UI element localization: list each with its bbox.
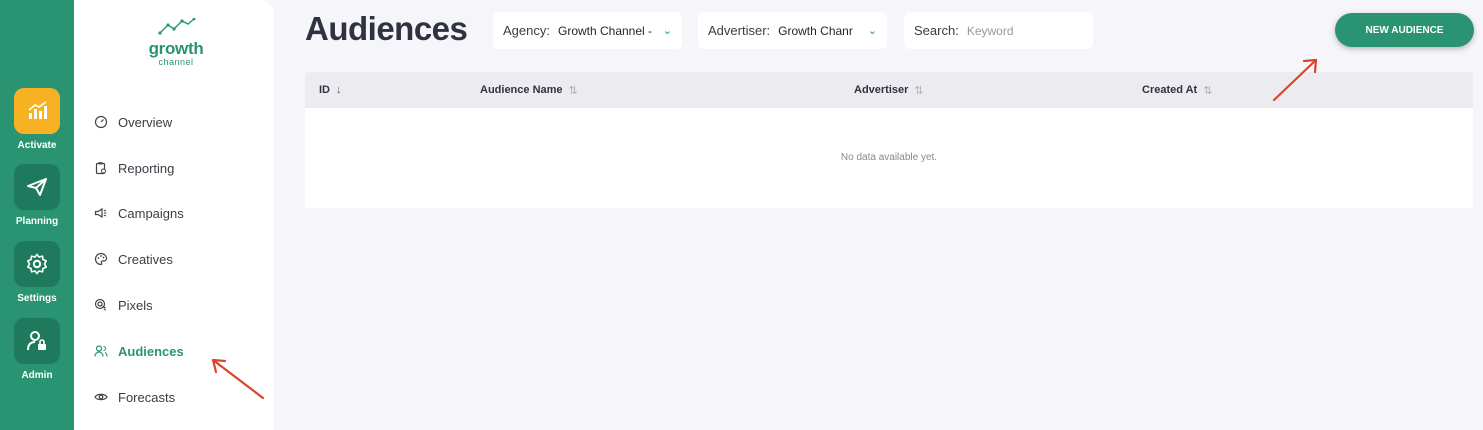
sidebar-item-pixels[interactable]: Pixels — [94, 294, 153, 316]
sidebar-item-label: Creatives — [118, 251, 173, 267]
table-header: ID ↓ Audience Name ⇅ Advertiser ⇅ Create… — [305, 72, 1473, 108]
sidebar-item-creatives[interactable]: Creatives — [94, 248, 173, 270]
rail-label: Admin — [21, 370, 53, 381]
sidebar-item-overview[interactable]: Overview — [94, 111, 172, 133]
user-lock-icon — [14, 318, 60, 364]
sidebar-item-reporting[interactable]: Reporting — [94, 157, 174, 179]
empty-state-text: No data available yet. — [840, 152, 938, 163]
search-input[interactable] — [966, 23, 1077, 38]
palette-icon — [94, 252, 108, 266]
rail-label: Settings — [17, 293, 57, 304]
paper-plane-icon — [14, 164, 60, 210]
page-title: Audiences — [305, 10, 468, 47]
rail-item-planning[interactable]: Planning — [0, 164, 74, 227]
advertiser-label: Advertiser: — [708, 23, 771, 38]
table-body: No data available yet. — [305, 108, 1473, 208]
chart-bars-icon — [14, 88, 60, 134]
rail-item-settings[interactable]: Settings — [0, 241, 74, 304]
column-label: Advertiser — [854, 84, 909, 96]
speedometer-icon — [94, 115, 108, 129]
growth-line-icon — [158, 17, 196, 35]
search-box: Search: — [904, 12, 1093, 49]
new-audience-button[interactable]: NEW AUDIENCE — [1335, 13, 1474, 47]
brand-sub: channel — [158, 57, 194, 67]
sort-desc-icon: ↓ — [336, 84, 342, 96]
sidebar-item-label: Pixels — [118, 297, 153, 313]
sidebar-item-label: Audiences — [118, 343, 184, 359]
agency-value: Growth Channel - — [557, 23, 653, 38]
advertiser-select[interactable]: Advertiser: Growth Chanr ⌄ — [698, 12, 887, 49]
sidebar-item-audiences[interactable]: Audiences — [94, 340, 184, 362]
sidebar-item-label: Campaigns — [118, 205, 184, 221]
brand-logo[interactable]: growth channel — [144, 17, 208, 67]
column-header-advertiser[interactable]: Advertiser ⇅ — [854, 72, 924, 108]
users-icon — [94, 345, 108, 357]
sort-icon: ⇅ — [914, 84, 924, 97]
app-rail: Activate Planning Settings Admin — [0, 0, 74, 430]
agency-label: Agency: — [503, 23, 550, 38]
chevron-down-icon: ⌄ — [867, 25, 877, 37]
sidebar-item-forecasts[interactable]: Forecasts — [94, 386, 175, 408]
sidebar-item-label: Overview — [118, 114, 173, 130]
sidebar: growth channel Overview Reporting Campai… — [74, 0, 274, 430]
sidebar-item-label: Reporting — [118, 160, 175, 176]
sort-icon: ⇅ — [1203, 84, 1213, 97]
eye-icon — [94, 393, 108, 401]
column-header-id[interactable]: ID ↓ — [319, 72, 342, 108]
column-label: Audience Name — [480, 84, 563, 96]
column-header-audience-name[interactable]: Audience Name ⇅ — [480, 72, 578, 108]
gear-icon — [14, 241, 60, 287]
agency-select[interactable]: Agency: Growth Channel - ⌄ — [493, 12, 682, 49]
rail-item-activate[interactable]: Activate — [0, 88, 74, 151]
column-header-created-at[interactable]: Created At ⇅ — [1142, 72, 1212, 108]
sidebar-item-label: Forecasts — [118, 389, 176, 405]
column-label: Created At — [1142, 84, 1198, 96]
rail-label: Planning — [15, 216, 59, 227]
advertiser-value: Growth Chanr — [778, 23, 853, 38]
rail-item-admin[interactable]: Admin — [0, 318, 74, 381]
search-label: Search: — [914, 23, 959, 38]
sort-icon: ⇅ — [568, 84, 578, 97]
sidebar-item-campaigns[interactable]: Campaigns — [94, 202, 184, 224]
chevron-down-icon: ⌄ — [662, 25, 672, 37]
column-label: ID — [319, 84, 330, 96]
target-cursor-icon — [94, 298, 107, 311]
brand-name: growth — [148, 39, 204, 58]
megaphone-icon — [94, 207, 107, 219]
rail-label: Activate — [17, 140, 57, 151]
clipboard-icon — [95, 162, 106, 175]
